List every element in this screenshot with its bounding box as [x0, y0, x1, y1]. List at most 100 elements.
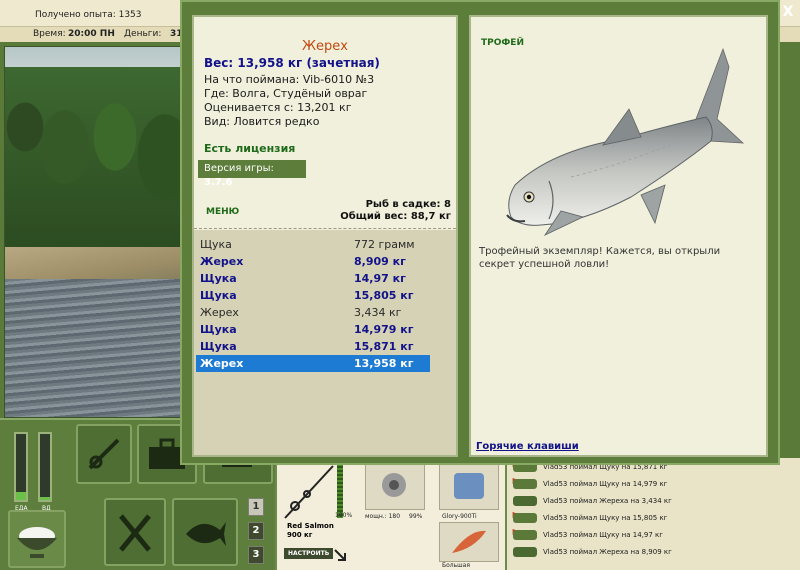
water-meter: [38, 432, 52, 502]
trophy-panel: ТРОФЕЙ Трофейный экземпляр! Кажется, вы …: [469, 15, 768, 457]
setup-button[interactable]: НАСТРОИТЬ: [284, 548, 334, 559]
fish-icon: [186, 522, 226, 546]
game-version: Версия игры: 3.7.6: [198, 160, 306, 188]
trophy-description: Трофейный экземпляр! Кажется, вы открыли…: [479, 246, 721, 270]
money-label: Деньги:: [124, 29, 162, 39]
experience-text: Получено опыта: 1353: [35, 10, 142, 20]
fish-thumbnail-icon: [513, 530, 537, 540]
catch-name: Жерех: [200, 255, 244, 268]
forest: [5, 67, 193, 257]
rod-durability-bar: [337, 460, 343, 518]
time-label: Время:: [33, 29, 66, 39]
reel-power: мощн.: 180: [365, 513, 401, 520]
kind-text: Вид: Ловится редко: [204, 115, 320, 128]
location-text: Где: Волга, Студёный овраг: [204, 87, 368, 100]
arrow-icon: [334, 549, 346, 561]
catch-row[interactable]: Щука 14,979 кг: [196, 321, 430, 338]
catch-name: Жерех: [200, 306, 239, 319]
river-water: [5, 279, 193, 417]
caught-on-text: На что поймана: Vib-6010 №3: [204, 73, 375, 86]
fish-thumbnail-icon: [513, 513, 537, 523]
feed-text: Vlad53 поймал Щуку на 15,805 кг: [543, 514, 668, 522]
catch-weight: 772 грамм: [354, 238, 415, 251]
divider: [194, 228, 456, 229]
food-bowl-button[interactable]: [8, 510, 66, 568]
catch-row[interactable]: Жерех 3,434 кг: [196, 304, 430, 321]
fish-thumbnail-icon: [513, 547, 537, 557]
fish-thumbnail-icon: [513, 496, 537, 506]
time-value: 20:00 ПН: [68, 29, 115, 39]
catch-row[interactable]: Щука 15,871 кг: [196, 338, 430, 355]
hotkeys-link[interactable]: Горячие клавиши: [476, 441, 579, 452]
catch-weight: 15,871 кг: [354, 340, 414, 353]
catch-row[interactable]: Щука 15,805 кг: [196, 287, 430, 304]
menu-button[interactable]: МЕНЮ: [206, 207, 239, 217]
lure-icon: [452, 530, 486, 553]
line-name: Glory-900Ti: [442, 513, 477, 520]
food-level-fill: [16, 492, 26, 500]
valued-at-text: Оценивается с: 13,201 кг: [204, 101, 352, 114]
catch-info-panel: Жерех Вес: 13,958 кг (зачетная) На что п…: [192, 15, 458, 457]
fish-thumbnail-icon: [513, 479, 537, 489]
fish-weight: Вес: 13,958 кг (зачетная): [204, 56, 380, 70]
line-slot[interactable]: [439, 462, 499, 510]
water-level-fill: [40, 496, 50, 500]
catch-name: Щука: [200, 272, 237, 285]
rod-weight-text: 900 кг: [287, 531, 313, 539]
catch-name: Щука: [200, 238, 232, 251]
keepnet-button[interactable]: [172, 498, 238, 566]
feed-text: Vlad53 поймал Жереха на 3,434 кг: [543, 497, 672, 505]
keepnet-weight: Общий вес: 88,7 кг: [340, 211, 451, 222]
feed-row: ⚑ Vlad53 поймал Щуку на 14,979 кг: [511, 477, 791, 492]
version-value: 3.7.6: [204, 177, 233, 188]
fish-name: Жерех: [302, 39, 348, 54]
reel-icon: [382, 473, 406, 497]
catch-weight: 14,979 кг: [354, 323, 414, 336]
fishing-rod-icon: [88, 438, 120, 470]
slot-1-button[interactable]: 1: [248, 498, 264, 516]
version-label: Версия игры:: [204, 163, 274, 174]
feed-row: Vlad53 поймал Жереха на 8,909 кг: [511, 545, 791, 560]
slot-2-button[interactable]: 2: [248, 522, 264, 540]
rod-name: Red Salmon 900 кг: [287, 522, 334, 540]
food-meter: [14, 432, 28, 502]
event-feed: ⚑ Vlad53 поймал Щуку на 15,871 кг ⚑ Vlad…: [505, 458, 800, 570]
catch-row[interactable]: Жерех 8,909 кг: [196, 253, 430, 270]
slot-3-button[interactable]: 3: [248, 546, 264, 564]
catch-weight: 15,805 кг: [354, 289, 414, 302]
catch-name: Щука: [200, 289, 237, 302]
lure-name: Большая: [442, 562, 470, 569]
reel-percent: 99%: [409, 513, 423, 520]
bowl-icon: [17, 527, 57, 558]
catch-weight: 8,909 кг: [354, 255, 406, 268]
license-status: Есть лицензия: [204, 142, 296, 155]
rod-icon: [284, 465, 334, 519]
reel-slot[interactable]: [365, 462, 425, 510]
feed-text: Vlad53 поймал Жереха на 8,909 кг: [543, 548, 672, 556]
lure-slot[interactable]: [439, 522, 499, 562]
feed-row: Vlad53 поймал Жереха на 3,434 кг: [511, 494, 791, 509]
catch-list: Щука 772 грамм Жерех 8,909 кг Щука 14,97…: [194, 230, 456, 455]
catch-name: Щука: [200, 340, 237, 353]
feed-row: ⚑ Vlad53 поймал Щуку на 14,97 кг: [511, 528, 791, 543]
gear-panel: 100% Red Salmon 900 кг НАСТРОИТЬ мощн.: …: [275, 458, 505, 570]
river-scene: [4, 46, 194, 418]
line-spool-icon: [454, 473, 484, 499]
catch-row[interactable]: Щука 14,97 кг: [196, 270, 430, 287]
rod-name-text: Red Salmon: [287, 522, 334, 530]
rods-button[interactable]: [76, 424, 132, 484]
catch-row[interactable]: Щука 772 грамм: [196, 236, 430, 253]
feed-text: Vlad53 поймал Щуку на 14,97 кг: [543, 531, 663, 539]
eat-button[interactable]: [104, 498, 166, 566]
keepnet-stats: Рыб в садке: 8 Общий вес: 88,7 кг: [340, 199, 451, 223]
catch-weight: 14,97 кг: [354, 272, 406, 285]
catch-row-selected[interactable]: Жерех 13,958 кг: [196, 355, 430, 372]
fork-knife-icon: [119, 514, 151, 552]
rod-percent: 100%: [335, 512, 353, 519]
catch-name: Жерех: [200, 357, 244, 370]
catch-weight: 3,434 кг: [354, 306, 402, 319]
feed-row: ⚑ Vlad53 поймал Щуку на 15,805 кг: [511, 511, 791, 526]
asp-fish-image: [506, 47, 745, 236]
catch-name: Щука: [200, 323, 237, 336]
close-button[interactable]: X: [780, 4, 796, 20]
